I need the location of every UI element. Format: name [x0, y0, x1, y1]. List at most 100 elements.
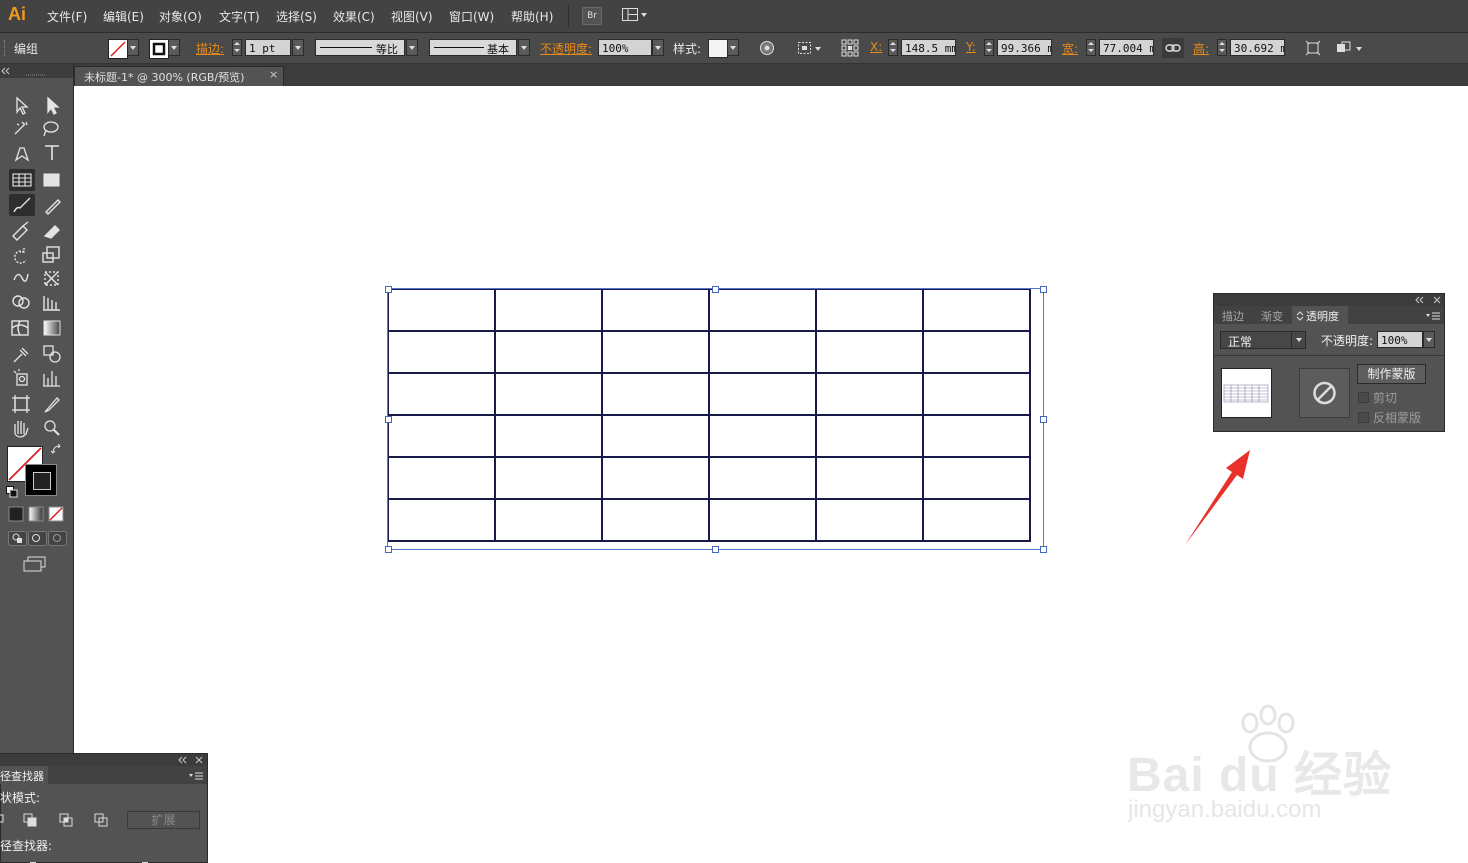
fill-swatch[interactable]: [108, 39, 128, 59]
tab-stroke[interactable]: 描边: [1222, 308, 1244, 324]
tool-grid: [8, 94, 68, 442]
width-label[interactable]: 宽:: [1062, 40, 1078, 57]
x-label[interactable]: X:: [870, 40, 882, 54]
selection-bounding-box[interactable]: [387, 288, 1044, 550]
x-field[interactable]: 148.5 mm: [901, 39, 956, 56]
control-bar-grip[interactable]: [4, 40, 8, 56]
invert-mask-label: 反相蒙版: [1373, 411, 1422, 425]
stroke-label[interactable]: 描边:: [196, 40, 224, 57]
panel-collapse-close-icons: [1415, 296, 1441, 304]
panel-menu-icon[interactable]: [1425, 310, 1441, 324]
none-fill-icon: [110, 41, 126, 57]
pathfinder-panel-header[interactable]: [0, 754, 207, 766]
shape-mode-buttons[interactable]: [0, 812, 115, 831]
x-stepper[interactable]: [888, 39, 898, 56]
recolor-artwork-button[interactable]: [759, 40, 775, 59]
height-stepper[interactable]: [1217, 39, 1227, 56]
paw-watermark-icon: [1228, 703, 1308, 776]
tab-gradient[interactable]: 渐变: [1261, 308, 1283, 324]
grid-thumbnail-icon: [1223, 384, 1269, 403]
expand-button[interactable]: 扩展: [127, 811, 200, 829]
menu-object[interactable]: 对象(O): [159, 8, 202, 25]
document-tab-close-icon[interactable]: ×: [269, 68, 278, 81]
mask-thumbnail[interactable]: [1299, 368, 1350, 418]
swap-fill-stroke-icon[interactable]: [50, 443, 63, 459]
style-dropdown[interactable]: [727, 39, 739, 56]
menu-select[interactable]: 选择(S): [276, 8, 317, 25]
brush-line-icon: [434, 47, 484, 48]
handle-top-right[interactable]: [1040, 286, 1047, 293]
graphic-style-swatch[interactable]: [708, 39, 728, 58]
make-mask-button[interactable]: 制作蒙版: [1357, 364, 1426, 384]
transform-icon: [1305, 40, 1321, 56]
menu-effect[interactable]: 效果(C): [333, 8, 375, 25]
pathfinder-menu-icon[interactable]: [188, 770, 204, 784]
handle-bottom-left[interactable]: [385, 546, 392, 553]
opacity-label[interactable]: 不透明度:: [540, 40, 592, 57]
opacity-field[interactable]: 100%: [598, 39, 652, 56]
y-label[interactable]: Y:: [966, 40, 976, 54]
invert-mask-checkbox[interactable]: [1358, 412, 1369, 423]
tools-panel-header[interactable]: [0, 64, 73, 78]
stroke-weight-stepper[interactable]: [232, 39, 242, 56]
brush-dropdown[interactable]: [518, 39, 530, 56]
y-field[interactable]: 99.366 mm: [997, 39, 1052, 56]
stroke-dropdown[interactable]: [168, 39, 180, 56]
menu-help[interactable]: 帮助(H): [511, 8, 553, 25]
blend-mode-value: 正常: [1228, 335, 1253, 349]
pathfinder-buttons[interactable]: [20, 856, 200, 863]
panel-opacity-field[interactable]: 100%: [1377, 331, 1423, 348]
screen-mode-icon: [23, 556, 46, 572]
blend-mode-select[interactable]: 正常: [1220, 331, 1306, 349]
height-label[interactable]: 高:: [1193, 40, 1209, 57]
transparency-panel-header[interactable]: [1214, 294, 1444, 306]
bridge-button[interactable]: Br: [582, 7, 602, 25]
menu-view[interactable]: 视图(V): [391, 8, 433, 25]
profile-dropdown[interactable]: [406, 39, 418, 56]
width-field[interactable]: 77.004 mm: [1099, 39, 1154, 56]
stroke-swatch[interactable]: [149, 39, 169, 59]
tab-transparency[interactable]: 透明度: [1306, 308, 1339, 324]
arrange-documents-button[interactable]: [1336, 40, 1366, 59]
workspace-layout-icon: [622, 8, 647, 21]
stroke-color-box[interactable]: [25, 464, 57, 496]
constrain-proportions-button[interactable]: [1162, 38, 1184, 58]
clip-checkbox[interactable]: [1358, 392, 1369, 403]
handle-top-center[interactable]: [712, 286, 719, 293]
handle-top-left[interactable]: [385, 286, 392, 293]
menu-file[interactable]: 文件(F): [47, 8, 87, 25]
panel-opacity-dropdown[interactable]: [1423, 331, 1435, 348]
draw-mode-buttons[interactable]: [8, 531, 68, 550]
screen-mode-button[interactable]: [23, 556, 47, 575]
height-field[interactable]: 30.692 mm: [1230, 39, 1285, 56]
color-mode-buttons: [8, 506, 66, 525]
artwork-thumbnail[interactable]: [1221, 368, 1272, 418]
width-stepper[interactable]: [1086, 39, 1096, 56]
y-stepper[interactable]: [984, 39, 994, 56]
menu-window[interactable]: 窗口(W): [449, 8, 494, 25]
document-tab-label: 未标题-1* @ 300% (RGB/预览): [84, 71, 245, 84]
stroke-weight-dropdown[interactable]: [292, 39, 304, 56]
menu-edit[interactable]: 编辑(E): [103, 8, 144, 25]
profile-label: 等比: [376, 43, 398, 56]
default-colors-icon[interactable]: [6, 486, 18, 501]
stroke-weight-field[interactable]: 1 pt: [245, 39, 291, 56]
reference-point-button[interactable]: [841, 39, 859, 60]
stroke-inner-icon: [33, 472, 51, 490]
shape-modes-label: 状模式:: [0, 791, 41, 805]
fill-dropdown[interactable]: [127, 39, 139, 56]
handle-middle-left[interactable]: [385, 416, 392, 423]
workspace-switcher-button[interactable]: [622, 8, 648, 22]
isolate-group-button[interactable]: [797, 40, 823, 59]
handle-bottom-center[interactable]: [712, 546, 719, 553]
menu-type[interactable]: 文字(T): [219, 8, 260, 25]
tool-icons: [9, 96, 61, 438]
variable-width-profile[interactable]: 等比: [315, 39, 405, 56]
brush-label: 基本: [487, 43, 509, 56]
handle-bottom-right[interactable]: [1040, 546, 1047, 553]
handle-middle-right[interactable]: [1040, 416, 1047, 423]
brush-definition[interactable]: 基本: [429, 39, 517, 56]
opacity-dropdown[interactable]: [652, 39, 664, 56]
blend-mode-dropdown-icon: [1291, 332, 1306, 348]
transform-button[interactable]: [1305, 40, 1321, 59]
